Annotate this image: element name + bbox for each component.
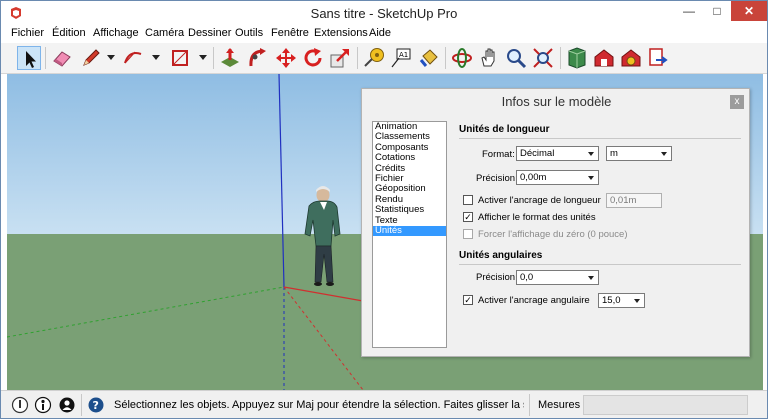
toolbar-separator [45,47,46,69]
close-window-button[interactable]: ✕ [731,1,767,21]
help-icon[interactable]: ? [87,396,105,414]
length-precision-label: Précision: [476,173,518,184]
main-toolbar: A1 [1,43,767,74]
user-account-icon[interactable] [58,396,76,414]
svg-text:A1: A1 [399,51,408,59]
menu-extensions[interactable]: Extensions [314,27,368,39]
pencil-icon[interactable] [79,46,103,70]
measures-label: Mesures [538,399,581,411]
menu-affichage[interactable]: Affichage [93,27,139,39]
angle-snap-select[interactable]: 15,0 [598,293,645,308]
eraser-icon[interactable] [50,46,74,70]
sketchup-window: Sans titre - SketchUp Pro — □ ✕ Fichier … [0,0,768,419]
menu-fichier[interactable]: Fichier [11,27,44,39]
section-divider [459,138,741,139]
rectangle-icon[interactable] [168,46,192,70]
length-precision-value: 0,00m [520,172,547,183]
format-label: Format: [482,149,515,160]
force-zero-checkbox[interactable] [463,229,473,239]
angle-precision-select[interactable]: 0,0 [516,270,599,285]
format-select[interactable]: Décimal [516,146,599,161]
length-snap-value[interactable]: 0,01m [606,193,662,208]
dialog-close-button[interactable]: x [730,95,744,109]
toolbar-separator [357,47,358,69]
menu-aide[interactable]: Aide [369,27,391,39]
angle-snap-checkbox[interactable]: ✓ [463,295,473,305]
chevron-down-icon [585,271,598,284]
text-icon[interactable]: A1 [389,46,413,70]
send-to-layout-icon[interactable] [646,46,670,70]
menu-camera[interactable]: Caméra [145,27,184,39]
status-separator [529,394,530,416]
select-icon[interactable] [17,46,41,70]
title-bar: Sans titre - SketchUp Pro — □ ✕ [1,1,767,25]
format-select-value: Décimal [520,148,555,159]
rectangle-dropdown-icon[interactable] [199,55,207,60]
arc-dropdown-icon[interactable] [152,55,160,60]
move-icon[interactable] [274,46,298,70]
length-snap-label: Activer l'ancrage de longueur [478,195,601,206]
orbit-icon[interactable] [450,46,474,70]
menu-fenetre[interactable]: Fenêtre [271,27,309,39]
minimize-button[interactable]: — [675,1,703,21]
rotate-icon[interactable] [301,46,325,70]
components-icon[interactable] [565,46,589,70]
model-info-dialog: Infos sur le modèle x Animation Classeme… [361,88,750,357]
menu-dessiner[interactable]: Dessiner [188,27,231,39]
follow-me-icon[interactable] [246,46,270,70]
extension-warehouse-icon[interactable] [619,46,643,70]
length-units-heading: Unités de longueur [459,124,550,135]
chevron-down-icon [658,147,671,160]
tape-measure-icon[interactable] [362,46,386,70]
category-item-statistiques[interactable]: Statistiques [373,204,446,215]
toolbar-separator [445,47,446,69]
credits-icon[interactable] [34,396,52,414]
svg-text:?: ? [93,399,99,412]
geolocation-icon[interactable] [11,396,29,414]
length-snap-checkbox[interactable] [463,195,473,205]
display-units-label: Afficher le format des unités [478,212,596,223]
section-divider [459,264,741,265]
pencil-dropdown-icon[interactable] [107,55,115,60]
status-bar: ? Sélectionnez les objets. Appuyez sur M… [1,390,767,418]
zoom-extents-icon[interactable] [531,46,555,70]
menu-outils[interactable]: Outils [235,27,263,39]
paint-bucket-icon[interactable] [417,46,441,70]
toolbar-separator [213,47,214,69]
chevron-down-icon [585,147,598,160]
menu-bar: Fichier Édition Affichage Caméra Dessine… [1,25,767,43]
unit-select-value: m [610,148,618,159]
measures-input[interactable] [583,395,748,415]
chevron-down-icon [585,171,598,184]
window-title: Sans titre - SketchUp Pro [310,6,458,21]
force-zero-label: Forcer l'affichage du zéro (0 pouce) [478,229,628,240]
angle-units-heading: Unités angulaires [459,250,543,261]
unit-select[interactable]: m [606,146,672,161]
menu-edition[interactable]: Édition [52,27,86,39]
length-precision-select[interactable]: 0,00m [516,170,599,185]
scale-icon[interactable] [328,46,352,70]
angle-snap-label: Activer l'ancrage angulaire [478,295,590,306]
zoom-icon[interactable] [504,46,528,70]
pan-icon[interactable] [477,46,501,70]
status-separator [81,394,82,416]
push-pull-icon[interactable] [218,46,242,70]
category-item-cotations[interactable]: Cotations [373,152,446,163]
toolbar-separator [560,47,561,69]
display-units-checkbox[interactable]: ✓ [463,212,473,222]
angle-precision-label: Précision: [476,272,518,283]
arc-icon[interactable] [121,46,145,70]
dialog-title: Infos sur le modèle [501,94,612,109]
angle-snap-value: 15,0 [602,295,621,306]
warehouse-icon[interactable] [592,46,616,70]
category-list[interactable]: Animation Classements Composants Cotatio… [372,121,447,348]
angle-precision-value: 0,0 [520,272,534,283]
status-message: Sélectionnez les objets. Appuyez sur Maj… [114,399,524,411]
maximize-button[interactable]: □ [703,1,731,21]
category-item-unites[interactable]: Unités [373,225,446,237]
chevron-down-icon [631,294,644,307]
